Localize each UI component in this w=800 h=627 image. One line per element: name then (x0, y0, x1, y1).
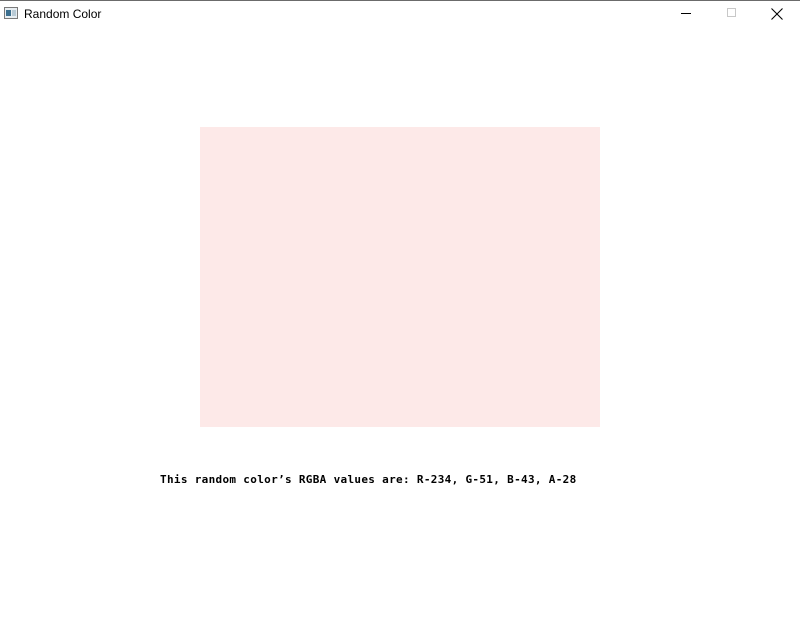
close-button[interactable] (754, 1, 800, 27)
minimize-button[interactable] (663, 1, 709, 27)
close-icon (771, 8, 783, 20)
maximize-icon (727, 8, 736, 17)
rgba-caption: This random color’s RGBA values are: R-2… (160, 473, 577, 486)
color-swatch (200, 127, 600, 427)
title-bar[interactable]: Random Color (0, 1, 800, 27)
client-area: This random color’s RGBA values are: R-2… (0, 27, 800, 627)
app-window: Random Color This random color’s RGBA va… (0, 0, 800, 627)
window-title: Random Color (24, 7, 102, 21)
minimize-icon (681, 13, 691, 14)
maximize-button[interactable] (709, 1, 755, 27)
app-window-icon[interactable] (4, 7, 18, 19)
